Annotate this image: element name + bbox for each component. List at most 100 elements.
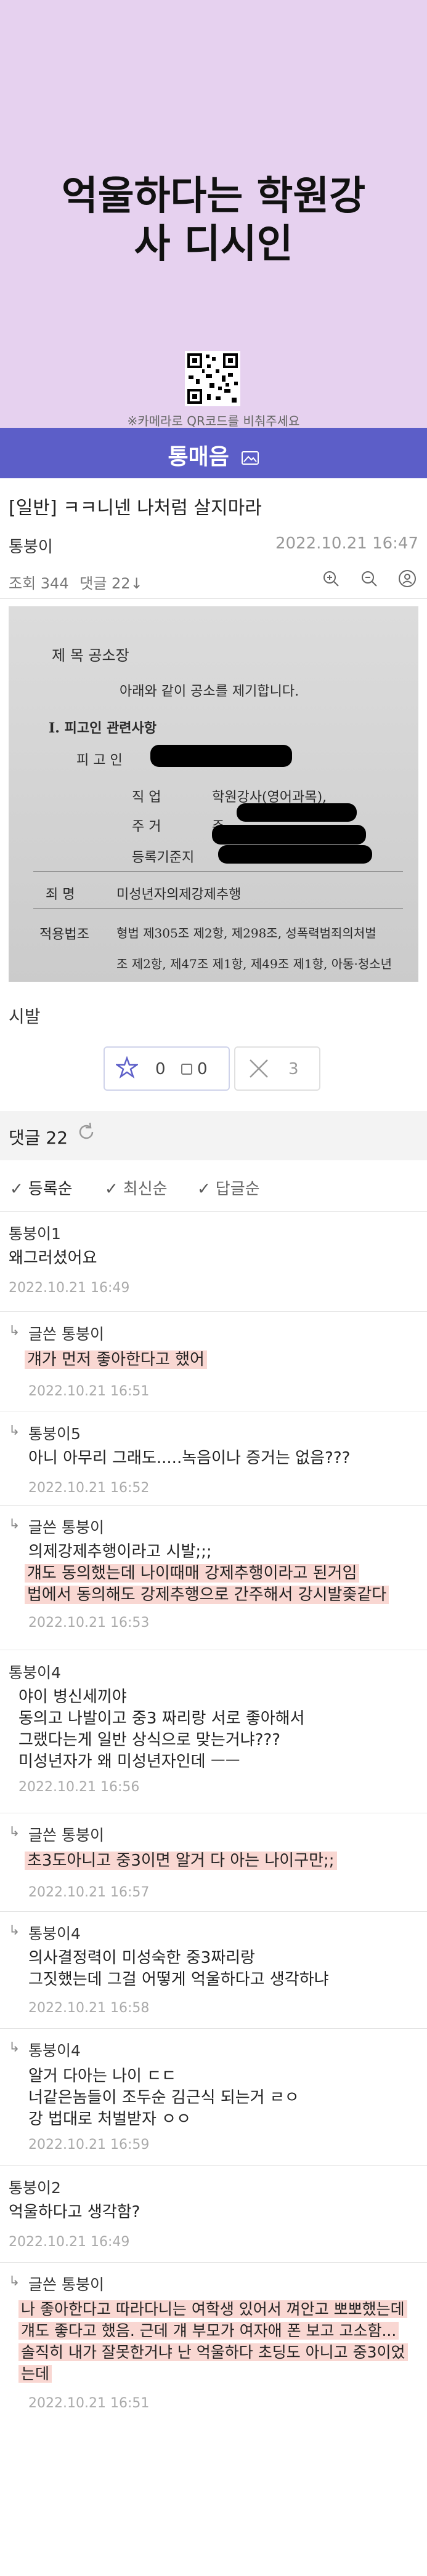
- comment-line: 억울하다고 생각함?: [9, 2203, 140, 2221]
- comment-author[interactable]: 통붕이4: [28, 2039, 81, 2061]
- comment-author[interactable]: 통붕이5: [28, 1422, 81, 1444]
- comment-author[interactable]: 글쓴 통붕이: [28, 2273, 104, 2295]
- sort-replies[interactable]: ✓ 답글순: [197, 1176, 260, 1199]
- comment-line: 동의고 나발이고 중3 짜리랑 서로 좋아해서: [18, 1709, 305, 1728]
- post-body: 시발: [9, 1006, 41, 1027]
- highlighted-text: 나 좋아한다고 따라다니는 여학생 있어서 껴안고 뽀뽀했는데: [18, 2300, 407, 2318]
- profile-icon[interactable]: [396, 569, 418, 591]
- comment-date: 2022.10.21 16:51: [28, 2396, 150, 2411]
- doc-heading: 제 목 공소장: [52, 647, 129, 664]
- comment-author[interactable]: 글쓴 통붕이: [28, 1823, 104, 1845]
- site-title[interactable]: 통매음: [0, 439, 427, 471]
- post-date: 2022.10.21 16:47: [275, 534, 418, 553]
- divider: [0, 1211, 427, 1212]
- doc-job-label: 직 업: [132, 790, 161, 805]
- highlighted-text: 는데: [18, 2365, 52, 2383]
- comment-date: 2022.10.21 16:58: [28, 2000, 150, 2016]
- comment-author[interactable]: 글쓴 통붕이: [28, 1515, 104, 1538]
- reply-arrow-icon: ↳: [9, 1323, 20, 1339]
- doc-address-label: 주 거: [132, 819, 161, 835]
- comment-count-link[interactable]: 댓글 22↓: [79, 575, 142, 592]
- banner-title-line1: 억울하다는 학원강: [61, 174, 366, 219]
- comment-line: 솔직히 내가 잘못한거냐 난 억울하다 초딩도 아니고 중3이었: [18, 2341, 408, 2363]
- comment-text: 알거 다아는 나이 ㄷㄷ 너같은놈들이 조두순 김근식 되는거 ㄹㅇ 강 법대로…: [28, 2066, 299, 2130]
- reply-arrow-icon: ↳: [9, 1923, 20, 1938]
- indictment-document: 제 목 공소장 아래와 같이 공소를 제기합니다. I. 피고인 관련사항 피 …: [9, 606, 418, 982]
- comment-line: 미성년자가 왜 미성년자인데 ㅡㅡ: [18, 1752, 240, 1771]
- post-author-line: 통붕이 2022.10.21 16:47: [9, 534, 418, 557]
- divider: [0, 2028, 427, 2029]
- comment-date: 2022.10.21 16:59: [28, 2137, 150, 2153]
- qr-caption: ※카메라로 QR코드를 비춰주세요: [127, 414, 300, 428]
- divider: [0, 1911, 427, 1912]
- sort-registered[interactable]: ✓ 등록순: [10, 1176, 73, 1199]
- comment-text: 초3도아니고 중3이면 알거 다 아는 나이구만;;: [25, 1850, 337, 1872]
- comment-line: 는데: [18, 2363, 408, 2385]
- comment-line: 그짓했는데 그걸 어떻게 억울하다고 생각하냐: [28, 1970, 329, 1989]
- comment-author[interactable]: 통붕이2: [9, 2176, 61, 2198]
- comment-author[interactable]: 글쓴 통붕이: [28, 1322, 104, 1344]
- comment-date: 2022.10.21 16:49: [9, 2234, 130, 2250]
- qr-code: [185, 351, 240, 406]
- reply-arrow-icon: ↳: [9, 1824, 20, 1840]
- sort-latest[interactable]: ✓ 최신순: [105, 1176, 168, 1199]
- reply-arrow-icon: ↳: [9, 1517, 20, 1532]
- doc-charge-label: 죄 명: [46, 887, 75, 902]
- check-icon: ✓: [10, 1180, 23, 1198]
- reply-arrow-icon: ↳: [9, 2274, 20, 2289]
- comment-line: 법에서 동의해도 강제추행으로 간주해서 강시발좆같다: [25, 1584, 389, 1606]
- comment-text: 왜그러셨어요: [9, 1248, 97, 1269]
- doc-defendant-label: 피 고 인: [76, 753, 123, 768]
- recommend-count: 0: [155, 1060, 166, 1078]
- comment-header: 댓글 22: [0, 1111, 427, 1160]
- post-title: [일반] ㅋㅋ니넨 나처럼 살지마라: [9, 497, 262, 519]
- doc-law-value1: 형법 제305조 제2항, 제298조, 성폭력범죄의처벌: [116, 926, 376, 941]
- doc-law-label: 적용법조: [39, 927, 89, 942]
- highlighted-text: 걔도 좋다고 했음. 근데 걔 부모가 여자애 폰 보고 고소함...: [18, 2322, 399, 2340]
- comment-line: 강 법대로 처벌받자 ㅇㅇ: [28, 2110, 191, 2129]
- check-icon: ✓: [105, 1180, 118, 1198]
- comment-line: 아니 아무리 그래도.....녹음이나 증거는 없음???: [28, 1449, 351, 1467]
- comment-line: 왜그러셨어요: [9, 1249, 97, 1267]
- site-header-bar[interactable]: 통매음: [0, 428, 427, 478]
- comment-date: 2022.10.21 16:56: [18, 1780, 140, 1795]
- highlighted-text: 걔도 동의했는데 나이때매 강제추행이라고 된거임: [25, 1564, 360, 1583]
- sort-replies-label: 답글순: [215, 1180, 260, 1198]
- star-icon: [115, 1056, 139, 1084]
- highlighted-text: 걔가 먼저 좋아한다고 했어: [25, 1350, 207, 1369]
- redaction-bar: [150, 745, 292, 767]
- comment-text: 의제강제추행이라고 시발;;; 걔도 동의했는데 나이때매 강제추행이라고 된거…: [25, 1541, 389, 1606]
- comment-line: 걔가 먼저 좋아한다고 했어: [25, 1349, 207, 1371]
- post-stats: 조회 344 댓글 22↓: [9, 569, 418, 593]
- comment-text: 억울하다고 생각함?: [9, 2202, 140, 2223]
- zoom-out-icon[interactable]: [358, 569, 380, 591]
- post-image[interactable]: 제 목 공소장 아래와 같이 공소를 제기합니다. I. 피고인 관련사항 피 …: [9, 606, 418, 982]
- comment-author[interactable]: 통붕이4: [9, 1661, 61, 1683]
- comment-author[interactable]: 통붕이4: [28, 1922, 81, 1944]
- zoom-in-icon[interactable]: [320, 569, 342, 591]
- comment-text: 의사결정력이 미성숙한 중3짜리랑 그짓했는데 그걸 어떻게 억울하다고 생각하…: [28, 1948, 329, 1991]
- comment-text: 걔가 먼저 좋아한다고 했어: [25, 1349, 207, 1371]
- comment-text: 아니 아무리 그래도.....녹음이나 증거는 없음???: [28, 1448, 350, 1469]
- refresh-icon[interactable]: [75, 1121, 97, 1149]
- redaction-bar: [212, 825, 366, 845]
- comment-line: 의사결정력이 미성숙한 중3짜리랑: [28, 1949, 255, 1967]
- comment-text: 야이 병신세끼야 동의고 나발이고 중3 짜리랑 서로 좋아해서 그랬다는게 일…: [18, 1687, 305, 1773]
- comment-author[interactable]: 통붕이1: [9, 1222, 61, 1244]
- comment-date: 2022.10.21 16:49: [9, 1280, 130, 1296]
- comment-line: 너같은놈들이 조두순 김근식 되는거 ㄹㅇ: [28, 2088, 299, 2107]
- comment-count-label: 댓글 22: [9, 1128, 68, 1148]
- comment-date: 2022.10.21 16:51: [28, 1384, 150, 1399]
- redaction-bar: [218, 845, 372, 864]
- comment-line: 초3도아니고 중3이면 알거 다 아는 나이구만;;: [25, 1850, 337, 1872]
- recommend-button[interactable]: 0 0: [104, 1046, 230, 1091]
- divider: [0, 598, 427, 599]
- doc-section: I. 피고인 관련사항: [49, 720, 157, 736]
- highlighted-text: 초3도아니고 중3이면 알거 다 아는 나이구만;;: [25, 1852, 337, 1870]
- post-author[interactable]: 통붕이: [9, 538, 53, 556]
- doc-rule: [33, 908, 403, 909]
- not-recommend-button[interactable]: 3: [234, 1046, 320, 1091]
- banner-title: 억울하다는 학원강 사 디시인: [0, 172, 427, 268]
- comment-line: 알거 다아는 나이 ㄷㄷ: [28, 2067, 177, 2085]
- redaction-bar: [237, 803, 357, 822]
